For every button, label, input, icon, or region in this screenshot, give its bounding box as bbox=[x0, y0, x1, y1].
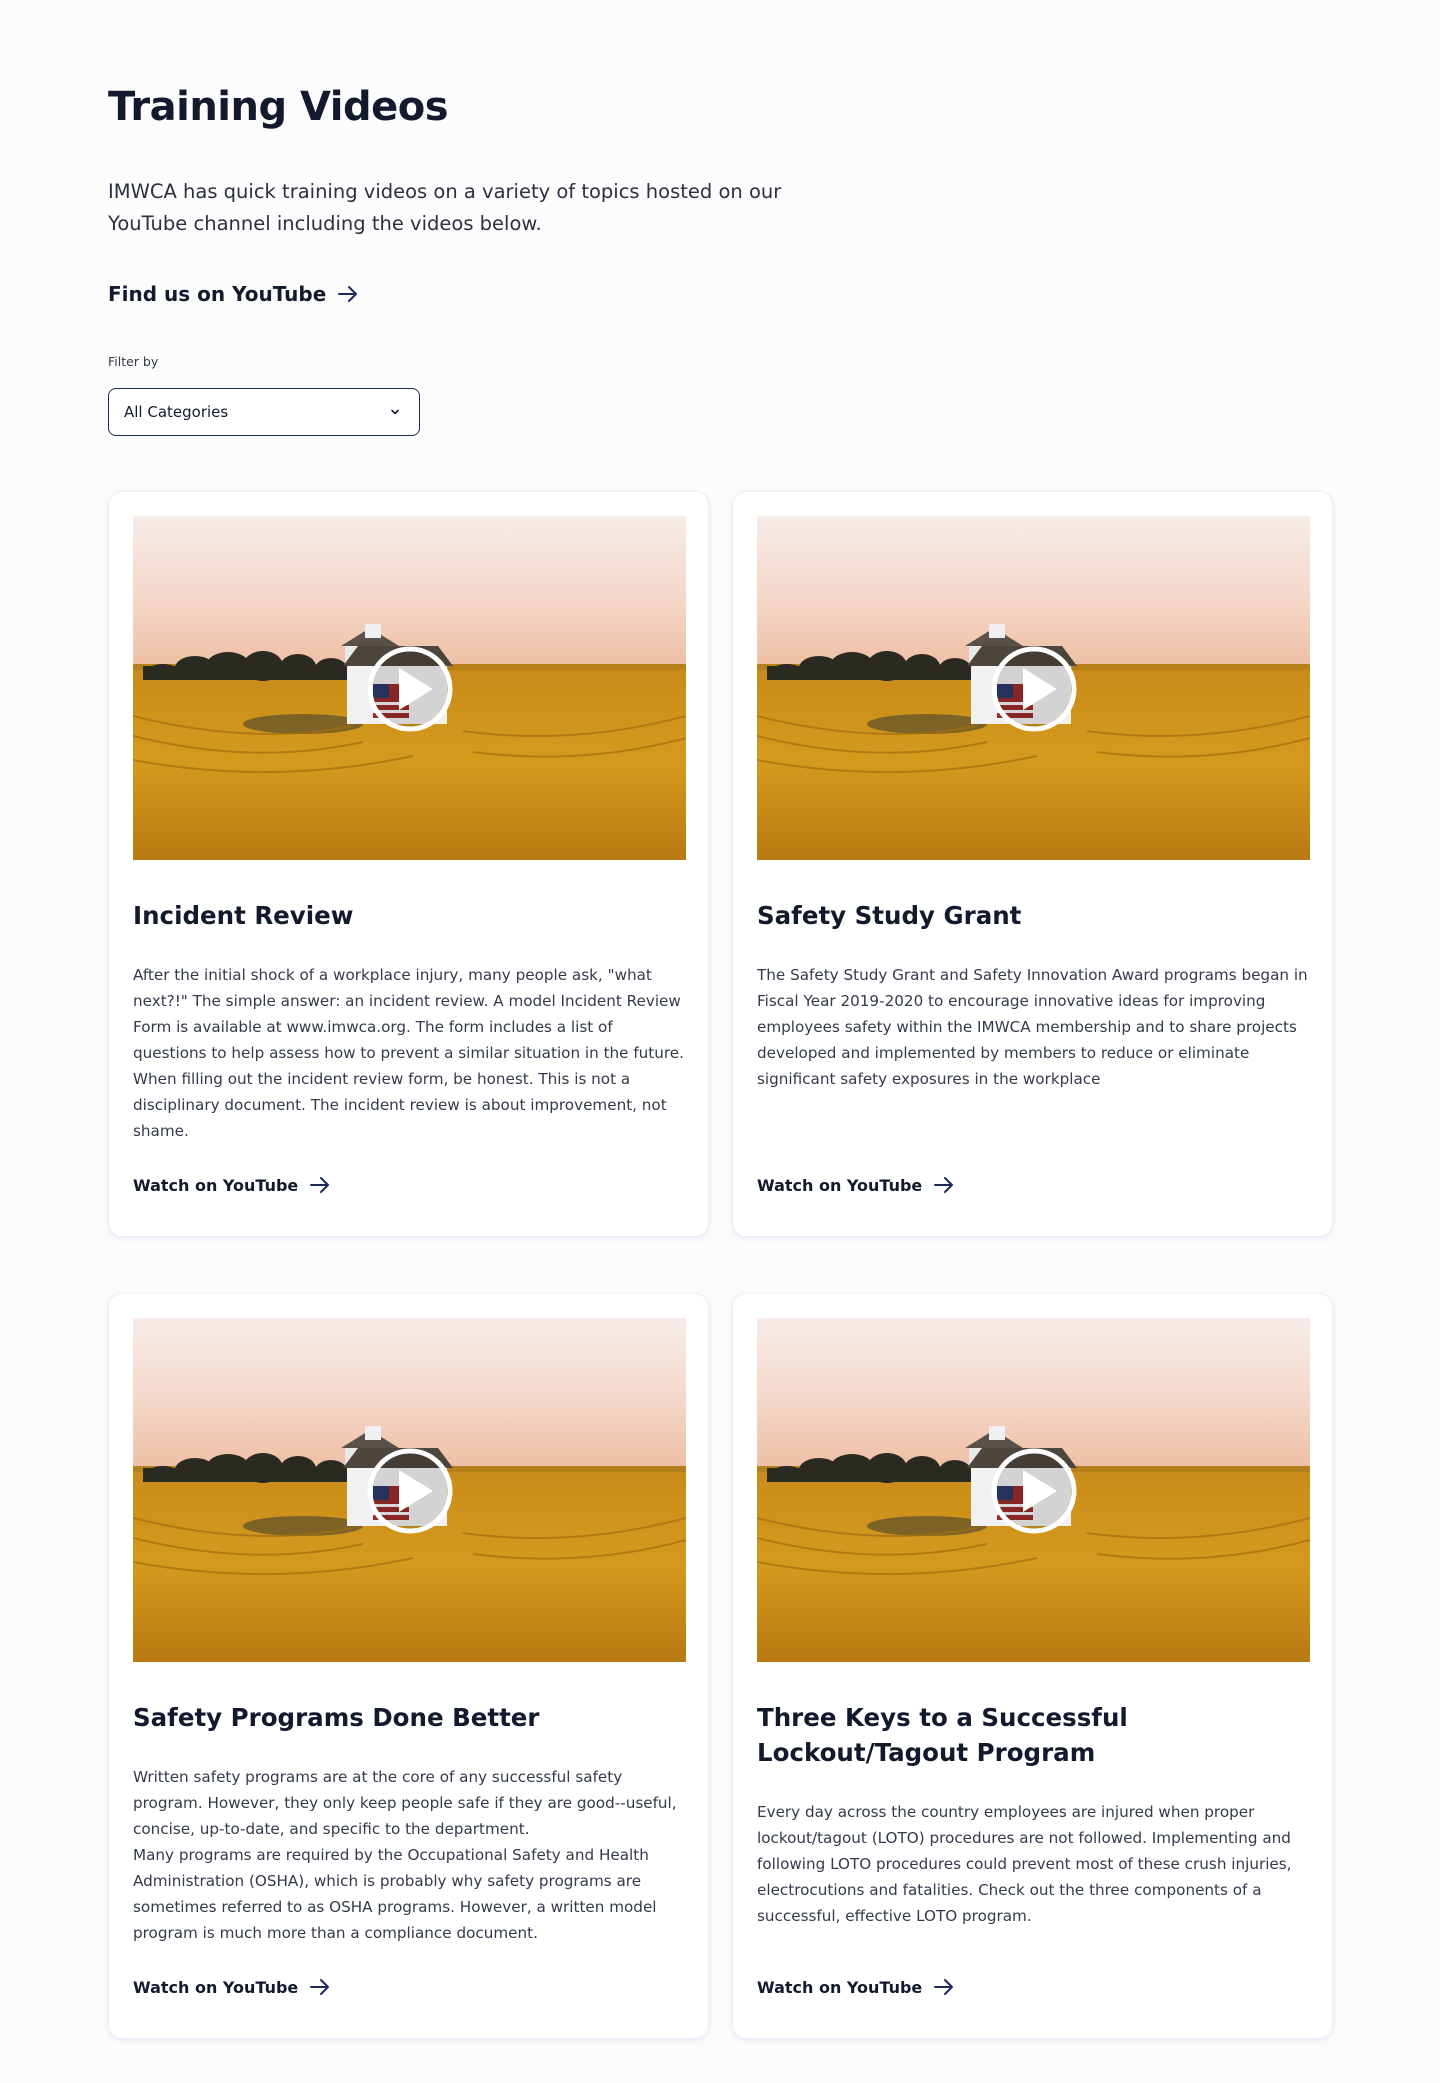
arrow-right-icon bbox=[934, 1979, 954, 1995]
video-thumbnail[interactable] bbox=[133, 516, 686, 860]
play-button-icon[interactable] bbox=[365, 644, 455, 734]
video-card: Safety Programs Done Better Written safe… bbox=[108, 1293, 709, 2039]
video-thumbnail[interactable] bbox=[133, 1318, 686, 1662]
watch-link-label: Watch on YouTube bbox=[133, 1977, 299, 1997]
page-title: Training Videos bbox=[108, 84, 449, 130]
category-filter-value: All Categories bbox=[124, 403, 229, 421]
video-card: Three Keys to a Successful Lockout/Tagou… bbox=[732, 1293, 1333, 2039]
video-title: Incident Review bbox=[133, 901, 354, 930]
intro-text: IMWCA has quick training videos on a var… bbox=[108, 180, 782, 235]
arrow-right-icon bbox=[310, 1177, 330, 1193]
video-thumbnail[interactable] bbox=[757, 516, 1310, 860]
video-title: Safety Study Grant bbox=[757, 901, 1022, 930]
arrow-right-icon bbox=[310, 1979, 330, 1995]
video-description: Written safety programs are at the core … bbox=[133, 1768, 677, 1942]
arrow-right-icon bbox=[934, 1177, 954, 1193]
category-filter-select[interactable]: All Categories bbox=[108, 388, 420, 436]
watch-link-label: Watch on YouTube bbox=[757, 1977, 923, 1997]
video-description: The Safety Study Grant and Safety Innova… bbox=[757, 966, 1308, 1088]
video-title: Three Keys to a Successful Lockout/Tagou… bbox=[757, 1703, 1128, 1767]
play-button-icon[interactable] bbox=[365, 1446, 455, 1536]
filter-label: Filter by bbox=[108, 354, 159, 369]
youtube-link-label: Find us on YouTube bbox=[108, 282, 327, 306]
play-button-icon[interactable] bbox=[989, 644, 1079, 734]
watch-on-youtube-link[interactable]: Watch on YouTube bbox=[133, 1975, 332, 1999]
video-card: Incident Review After the initial shock … bbox=[108, 491, 709, 1237]
video-thumbnail[interactable] bbox=[757, 1318, 1310, 1662]
chevron-down-icon bbox=[391, 409, 399, 415]
video-card: Safety Study Grant The Safety Study Gran… bbox=[732, 491, 1333, 1237]
training-videos-page: Training Videos IMWCA has quick training… bbox=[0, 0, 1440, 2083]
arrow-right-icon bbox=[338, 286, 358, 302]
watch-link-label: Watch on YouTube bbox=[757, 1175, 923, 1195]
video-description: After the initial shock of a workplace i… bbox=[133, 966, 684, 1140]
watch-on-youtube-link[interactable]: Watch on YouTube bbox=[757, 1173, 956, 1197]
watch-on-youtube-link[interactable]: Watch on YouTube bbox=[133, 1173, 332, 1197]
play-button-icon[interactable] bbox=[989, 1446, 1079, 1536]
watch-on-youtube-link[interactable]: Watch on YouTube bbox=[757, 1975, 956, 1999]
video-title: Safety Programs Done Better bbox=[133, 1703, 540, 1732]
find-us-on-youtube-link[interactable]: Find us on YouTube bbox=[108, 282, 360, 306]
watch-link-label: Watch on YouTube bbox=[133, 1175, 299, 1195]
video-description: Every day across the country employees a… bbox=[757, 1803, 1292, 1925]
